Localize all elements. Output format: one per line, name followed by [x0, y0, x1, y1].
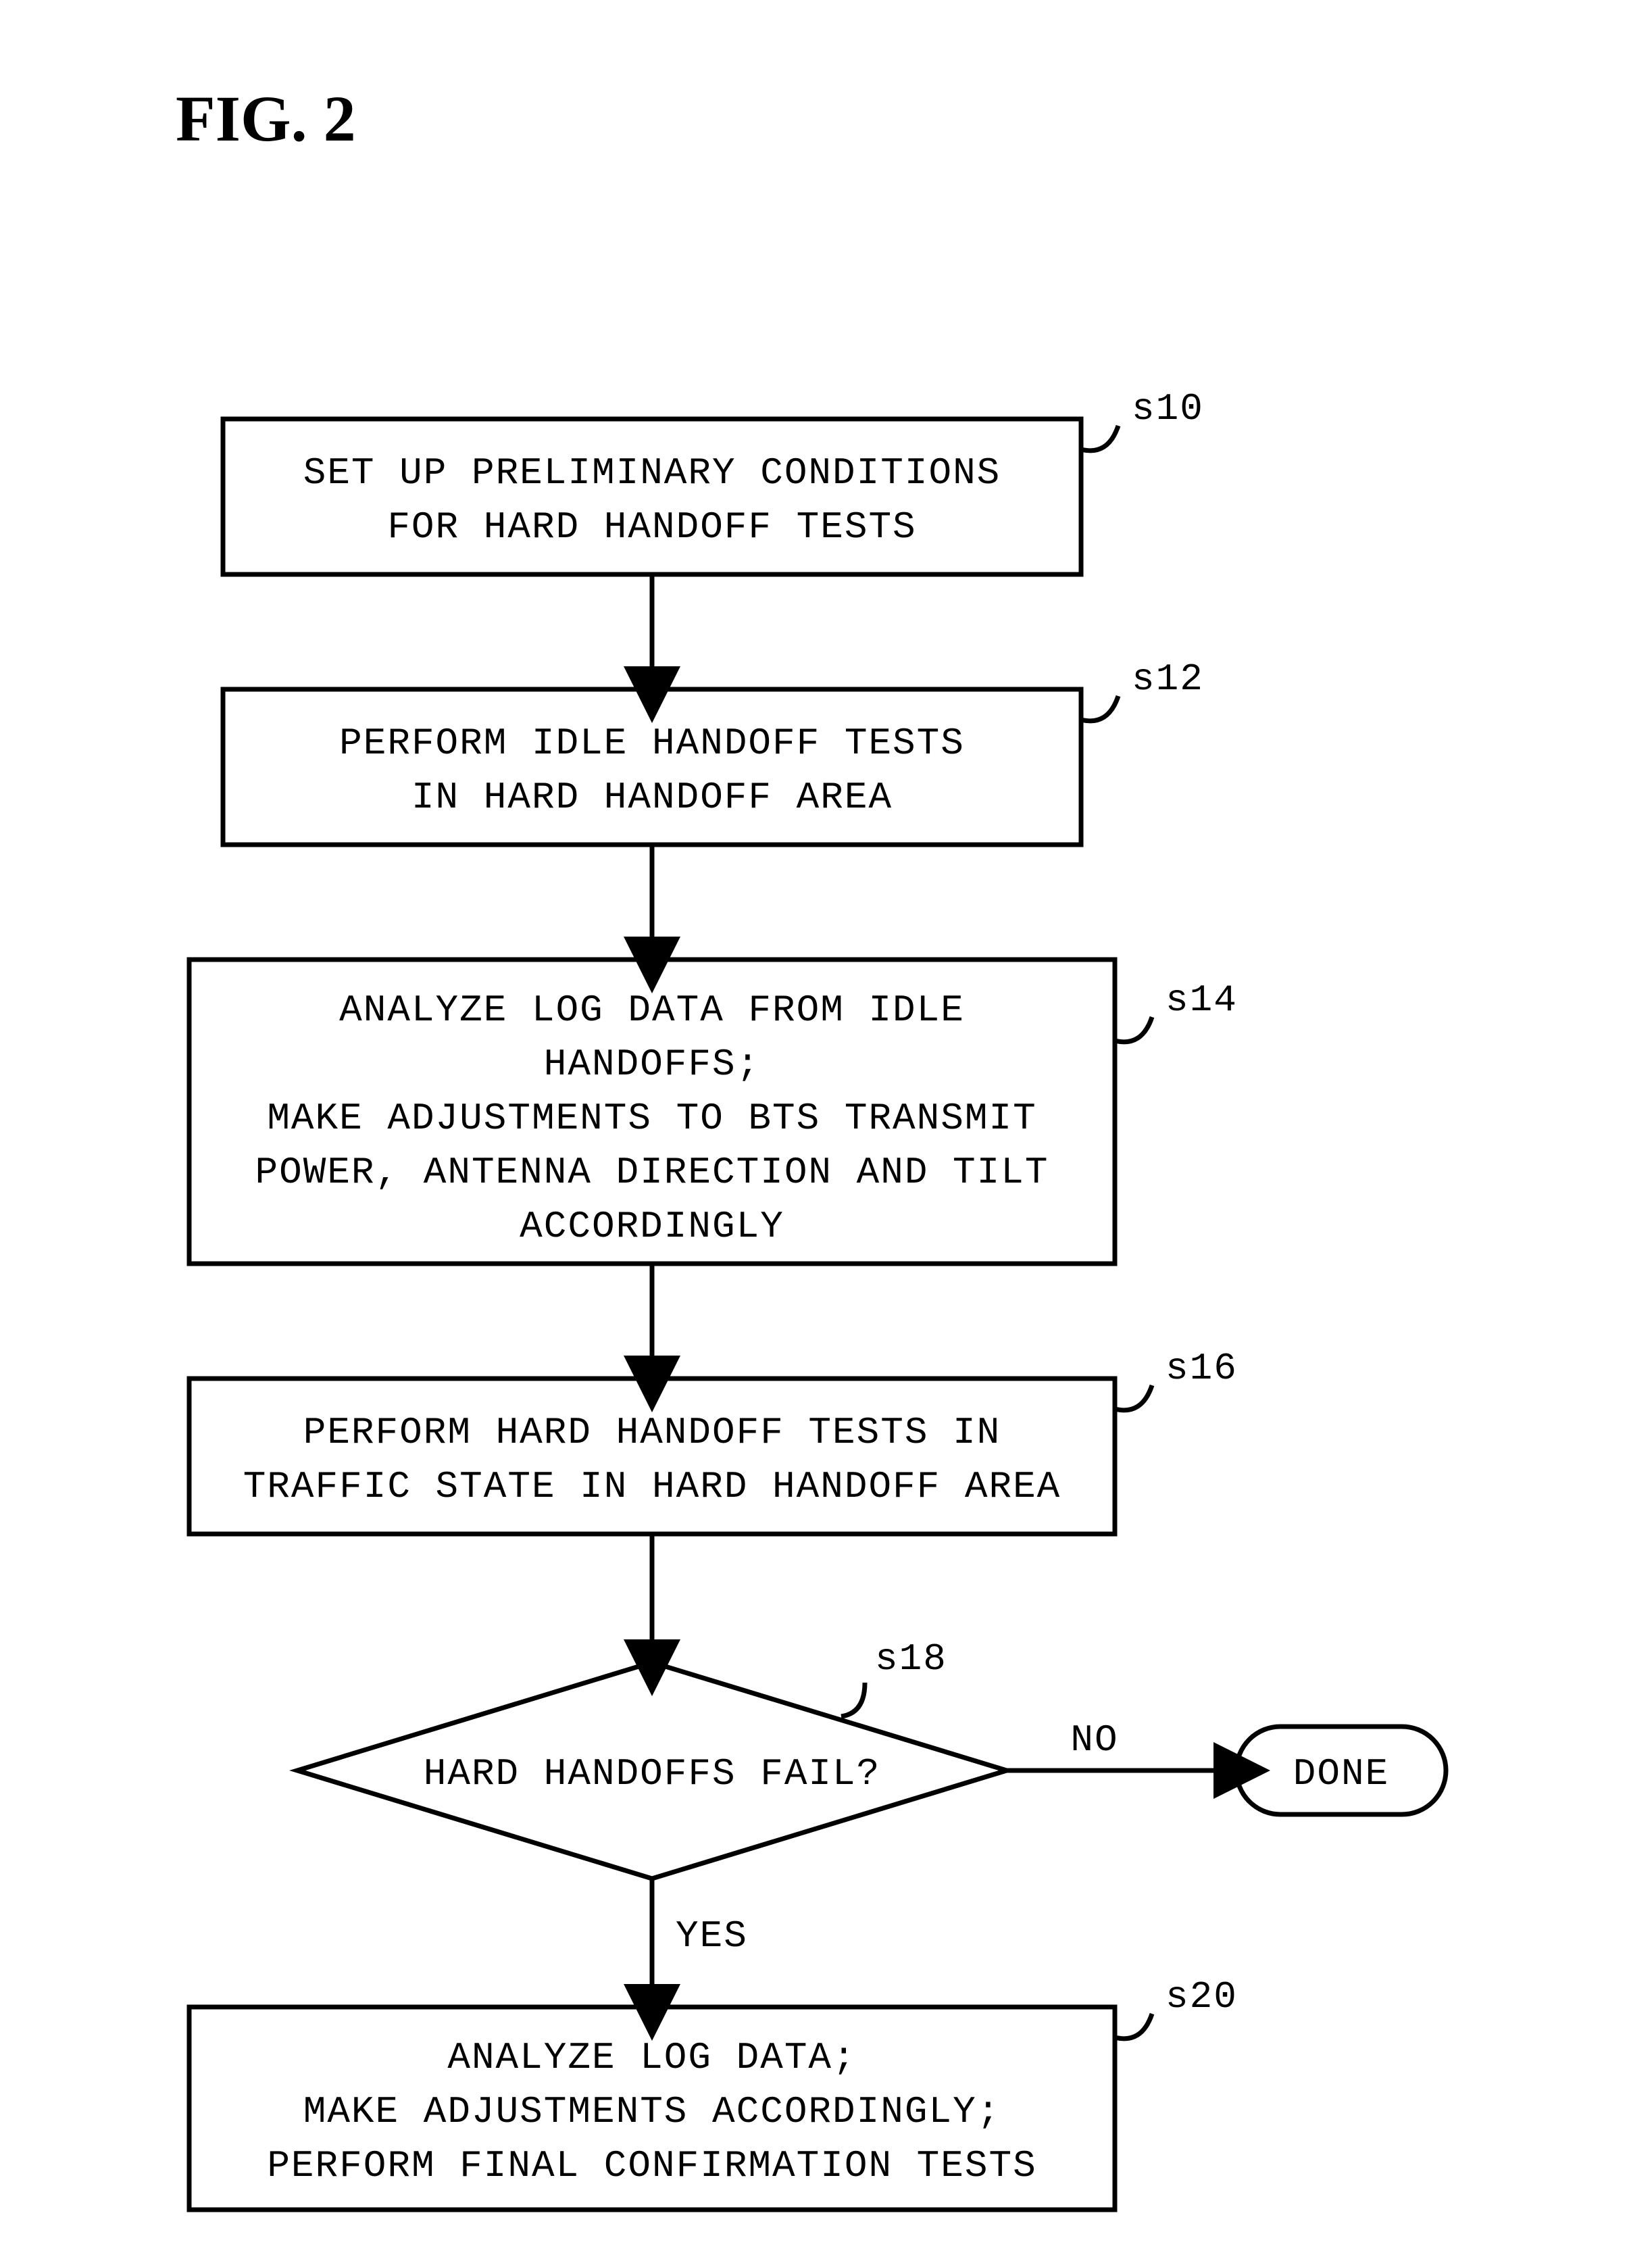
edge-label-no: NO [1070, 1718, 1118, 1762]
node-s20: ANALYZE LOG DATA; MAKE ADJUSTMENTS ACCOR… [189, 1975, 1238, 2210]
s16-tick [1115, 1385, 1152, 1410]
s18-tick [841, 1683, 865, 1716]
s12-tick [1081, 696, 1118, 721]
page: FIG. 2 SET UP PRELIMINARY CONDITIONS FOR… [0, 0, 1652, 2255]
s20-line1: ANALYZE LOG DATA; [447, 2036, 856, 2079]
s14-line2: HANDOFFS; [544, 1043, 760, 1086]
s14-label: s14 [1166, 978, 1238, 1022]
node-done: DONE [1236, 1727, 1446, 1814]
s10-label: s10 [1132, 387, 1204, 430]
node-s10: SET UP PRELIMINARY CONDITIONS FOR HARD H… [223, 387, 1204, 574]
s12-line2: IN HARD HANDOFF AREA [411, 776, 893, 819]
flowchart-svg: SET UP PRELIMINARY CONDITIONS FOR HARD H… [0, 0, 1652, 2255]
node-s12: PERFORM IDLE HANDOFF TESTS IN HARD HANDO… [223, 658, 1204, 845]
s20-line3: PERFORM FINAL CONFIRMATION TESTS [267, 2144, 1036, 2187]
s16-line2: TRAFFIC STATE IN HARD HANDOFF AREA [243, 1465, 1061, 1508]
s10-line2: FOR HARD HANDOFF TESTS [387, 505, 916, 549]
done-line1: DONE [1293, 1752, 1389, 1795]
s20-line2: MAKE ADJUSTMENTS ACCORDINGLY; [303, 2090, 1001, 2133]
s14-tick [1115, 1017, 1152, 1042]
s10-tick [1081, 426, 1118, 451]
s16-label: s16 [1166, 1347, 1238, 1390]
s14-line4: POWER, ANTENNA DIRECTION AND TILT [255, 1151, 1049, 1194]
s14-line1: ANALYZE LOG DATA FROM IDLE [339, 989, 965, 1032]
s18-line1: HARD HANDOFFS FAIL? [424, 1752, 881, 1795]
s10-line1: SET UP PRELIMINARY CONDITIONS [303, 451, 1001, 495]
s16-line1: PERFORM HARD HANDOFF TESTS IN [303, 1411, 1001, 1454]
node-s16: PERFORM HARD HANDOFF TESTS IN TRAFFIC ST… [189, 1347, 1238, 1534]
s14-line3: MAKE ADJUSTMENTS TO BTS TRANSMIT [267, 1097, 1036, 1140]
s14-line5: ACCORDINGLY [520, 1205, 784, 1248]
s12-line1: PERFORM IDLE HANDOFF TESTS [339, 722, 965, 765]
s12-label: s12 [1132, 658, 1204, 701]
node-s14: ANALYZE LOG DATA FROM IDLE HANDOFFS; MAK… [189, 960, 1238, 1264]
s20-tick [1115, 2014, 1152, 2039]
s20-label: s20 [1166, 1975, 1238, 2018]
node-s18: HARD HANDOFFS FAIL? s18 [297, 1637, 1007, 1879]
edge-label-yes: YES [676, 1914, 748, 1958]
s18-label: s18 [875, 1637, 947, 1681]
